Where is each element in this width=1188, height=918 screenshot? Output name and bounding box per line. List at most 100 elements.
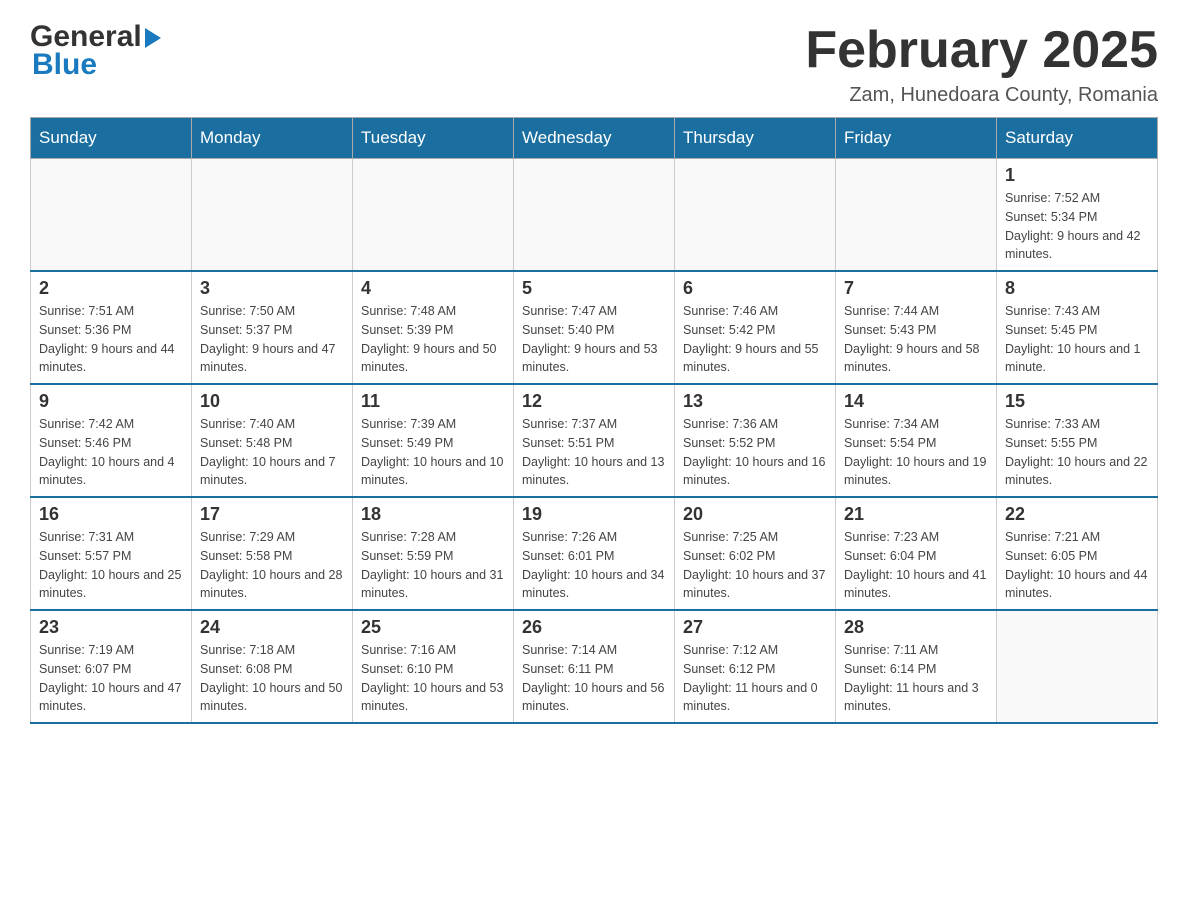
day-number: 22	[1005, 504, 1149, 525]
day-number: 1	[1005, 165, 1149, 186]
calendar-cell: 3 Sunrise: 7:50 AMSunset: 5:37 PMDaylight…	[192, 271, 353, 384]
day-number: 2	[39, 278, 183, 299]
day-info: Sunrise: 7:46 AMSunset: 5:42 PMDaylight:…	[683, 302, 827, 377]
day-info: Sunrise: 7:23 AMSunset: 6:04 PMDaylight:…	[844, 528, 988, 603]
calendar-cell: 2Sunrise: 7:51 AMSunset: 5:36 PMDaylight…	[31, 271, 192, 384]
day-info: Sunrise: 7:37 AMSunset: 5:51 PMDaylight:…	[522, 415, 666, 490]
calendar-week-1: 1Sunrise: 7:52 AMSunset: 5:34 PMDaylight…	[31, 159, 1158, 272]
day-number: 19	[522, 504, 666, 525]
calendar-week-2: 2Sunrise: 7:51 AMSunset: 5:36 PMDaylight…	[31, 271, 1158, 384]
calendar-cell: 27 Sunrise: 7:12 AMSunset: 6:12 PMDayligh…	[675, 610, 836, 723]
day-info: Sunrise: 7:14 AMSunset: 6:11 PMDaylight:…	[522, 641, 666, 716]
day-number: 15	[1005, 391, 1149, 412]
calendar-cell: 18 Sunrise: 7:28 AMSunset: 5:59 PMDayligh…	[353, 497, 514, 610]
calendar-cell: 25Sunrise: 7:16 AMSunset: 6:10 PMDayligh…	[353, 610, 514, 723]
calendar-cell: 21 Sunrise: 7:23 AMSunset: 6:04 PMDayligh…	[836, 497, 997, 610]
day-info: Sunrise: 7:50 AMSunset: 5:37 PMDaylight:…	[200, 302, 344, 377]
calendar-cell: 26 Sunrise: 7:14 AMSunset: 6:11 PMDayligh…	[514, 610, 675, 723]
col-saturday: Saturday	[997, 118, 1158, 159]
calendar-cell: 11 Sunrise: 7:39 AMSunset: 5:49 PMDayligh…	[353, 384, 514, 497]
calendar-body: 1Sunrise: 7:52 AMSunset: 5:34 PMDaylight…	[31, 159, 1158, 724]
col-monday: Monday	[192, 118, 353, 159]
day-number: 26	[522, 617, 666, 638]
day-info: Sunrise: 7:44 AMSunset: 5:43 PMDaylight:…	[844, 302, 988, 377]
day-number: 24	[200, 617, 344, 638]
day-number: 17	[200, 504, 344, 525]
day-number: 21	[844, 504, 988, 525]
day-info: Sunrise: 7:28 AMSunset: 5:59 PMDaylight:…	[361, 528, 505, 603]
calendar-cell	[31, 159, 192, 272]
day-info: Sunrise: 7:26 AMSunset: 6:01 PMDaylight:…	[522, 528, 666, 603]
day-info: Sunrise: 7:39 AMSunset: 5:49 PMDaylight:…	[361, 415, 505, 490]
day-info: Sunrise: 7:48 AMSunset: 5:39 PMDaylight:…	[361, 302, 505, 377]
calendar-table: Sunday Monday Tuesday Wednesday Thursday…	[30, 117, 1158, 724]
day-info: Sunrise: 7:34 AMSunset: 5:54 PMDaylight:…	[844, 415, 988, 490]
day-info: Sunrise: 7:47 AMSunset: 5:40 PMDaylight:…	[522, 302, 666, 377]
day-number: 7	[844, 278, 988, 299]
calendar-cell: 15 Sunrise: 7:33 AMSunset: 5:55 PMDayligh…	[997, 384, 1158, 497]
calendar-cell: 9Sunrise: 7:42 AMSunset: 5:46 PMDaylight…	[31, 384, 192, 497]
day-number: 4	[361, 278, 505, 299]
calendar-cell: 4 Sunrise: 7:48 AMSunset: 5:39 PMDaylight…	[353, 271, 514, 384]
calendar-cell: 24 Sunrise: 7:18 AMSunset: 6:08 PMDayligh…	[192, 610, 353, 723]
calendar-cell: 16Sunrise: 7:31 AMSunset: 5:57 PMDayligh…	[31, 497, 192, 610]
col-thursday: Thursday	[675, 118, 836, 159]
header-area: General Blue February 2025 Zam, Hunedoar…	[30, 20, 1158, 107]
day-number: 27	[683, 617, 827, 638]
title-area: February 2025 Zam, Hunedoara County, Rom…	[805, 20, 1158, 107]
calendar-week-5: 23 Sunrise: 7:19 AMSunset: 6:07 PMDayligh…	[31, 610, 1158, 723]
calendar-cell: 5 Sunrise: 7:47 AMSunset: 5:40 PMDaylight…	[514, 271, 675, 384]
day-info: Sunrise: 7:19 AMSunset: 6:07 PMDaylight:…	[39, 641, 183, 716]
calendar-cell: 22 Sunrise: 7:21 AMSunset: 6:05 PMDayligh…	[997, 497, 1158, 610]
col-friday: Friday	[836, 118, 997, 159]
calendar-cell: 8 Sunrise: 7:43 AMSunset: 5:45 PMDaylight…	[997, 271, 1158, 384]
calendar-cell	[353, 159, 514, 272]
day-info: Sunrise: 7:43 AMSunset: 5:45 PMDaylight:…	[1005, 302, 1149, 377]
calendar-cell: 12 Sunrise: 7:37 AMSunset: 5:51 PMDayligh…	[514, 384, 675, 497]
calendar-cell: 1Sunrise: 7:52 AMSunset: 5:34 PMDaylight…	[997, 159, 1158, 272]
day-number: 28	[844, 617, 988, 638]
day-info: Sunrise: 7:18 AMSunset: 6:08 PMDaylight:…	[200, 641, 344, 716]
calendar-subtitle: Zam, Hunedoara County, Romania	[805, 84, 1158, 107]
calendar-cell: 6 Sunrise: 7:46 AMSunset: 5:42 PMDaylight…	[675, 271, 836, 384]
calendar-cell: 28 Sunrise: 7:11 AMSunset: 6:14 PMDayligh…	[836, 610, 997, 723]
calendar-cell	[836, 159, 997, 272]
day-info: Sunrise: 7:25 AMSunset: 6:02 PMDaylight:…	[683, 528, 827, 603]
day-number: 18	[361, 504, 505, 525]
day-info: Sunrise: 7:21 AMSunset: 6:05 PMDaylight:…	[1005, 528, 1149, 603]
day-number: 14	[844, 391, 988, 412]
day-info: Sunrise: 7:33 AMSunset: 5:55 PMDaylight:…	[1005, 415, 1149, 490]
day-number: 11	[361, 391, 505, 412]
calendar-header: Sunday Monday Tuesday Wednesday Thursday…	[31, 118, 1158, 159]
day-number: 20	[683, 504, 827, 525]
col-sunday: Sunday	[31, 118, 192, 159]
calendar-cell	[675, 159, 836, 272]
logo: General Blue	[30, 20, 165, 82]
calendar-cell: 23 Sunrise: 7:19 AMSunset: 6:07 PMDayligh…	[31, 610, 192, 723]
day-number: 16	[39, 504, 183, 525]
day-number: 12	[522, 391, 666, 412]
day-info: Sunrise: 7:29 AMSunset: 5:58 PMDaylight:…	[200, 528, 344, 603]
col-wednesday: Wednesday	[514, 118, 675, 159]
calendar-cell: 17 Sunrise: 7:29 AMSunset: 5:58 PMDayligh…	[192, 497, 353, 610]
day-info: Sunrise: 7:42 AMSunset: 5:46 PMDaylight:…	[39, 415, 183, 490]
logo-blue-text: Blue	[32, 48, 97, 81]
day-number: 23	[39, 617, 183, 638]
day-number: 3	[200, 278, 344, 299]
calendar-week-3: 9Sunrise: 7:42 AMSunset: 5:46 PMDaylight…	[31, 384, 1158, 497]
day-number: 13	[683, 391, 827, 412]
calendar-cell	[514, 159, 675, 272]
day-info: Sunrise: 7:40 AMSunset: 5:48 PMDaylight:…	[200, 415, 344, 490]
day-info: Sunrise: 7:11 AMSunset: 6:14 PMDaylight:…	[844, 641, 988, 716]
day-info: Sunrise: 7:12 AMSunset: 6:12 PMDaylight:…	[683, 641, 827, 716]
day-number: 8	[1005, 278, 1149, 299]
calendar-cell	[192, 159, 353, 272]
day-number: 6	[683, 278, 827, 299]
calendar-cell: 19 Sunrise: 7:26 AMSunset: 6:01 PMDayligh…	[514, 497, 675, 610]
calendar-cell: 20 Sunrise: 7:25 AMSunset: 6:02 PMDayligh…	[675, 497, 836, 610]
day-number: 25	[361, 617, 505, 638]
day-number: 5	[522, 278, 666, 299]
calendar-cell: 7 Sunrise: 7:44 AMSunset: 5:43 PMDaylight…	[836, 271, 997, 384]
logo-arrow-icon	[145, 26, 165, 50]
calendar-cell: 13Sunrise: 7:36 AMSunset: 5:52 PMDayligh…	[675, 384, 836, 497]
